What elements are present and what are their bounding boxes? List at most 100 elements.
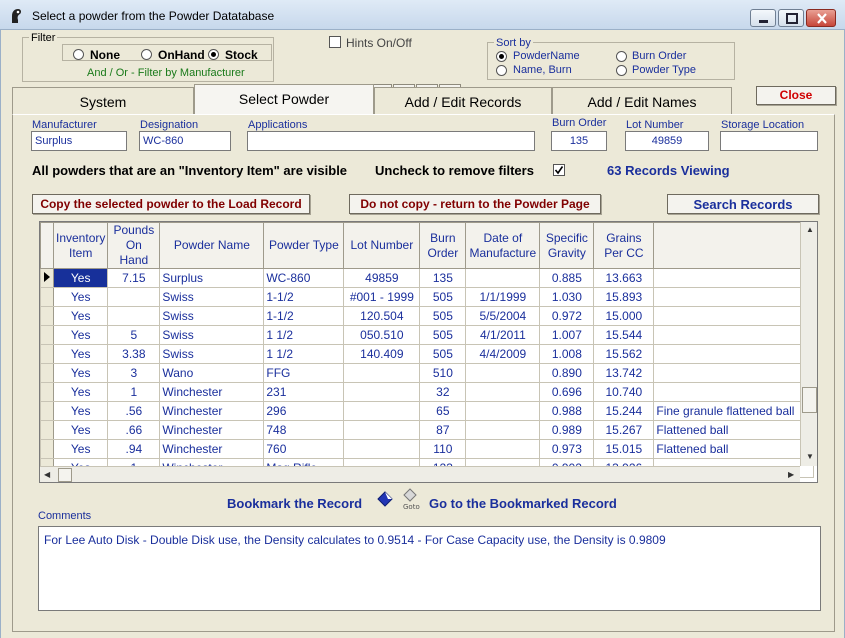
table-cell[interactable]: 505 xyxy=(419,306,467,326)
table-cell[interactable]: Yes xyxy=(52,325,109,345)
table-cell[interactable] xyxy=(465,363,541,383)
table-cell[interactable] xyxy=(465,439,541,459)
table-cell[interactable] xyxy=(653,363,815,383)
table-cell[interactable] xyxy=(653,344,815,364)
table-cell[interactable]: 3 xyxy=(107,363,161,383)
sort-powdername-radio[interactable] xyxy=(496,51,507,62)
table-row[interactable]: Yes 5 Swiss 1 1/2 050.510 505 4/1/2011 1.007 15.… xyxy=(40,325,815,345)
table-cell[interactable]: Swiss xyxy=(159,325,265,345)
table-cell[interactable]: 10.740 xyxy=(593,382,655,402)
table-cell[interactable] xyxy=(465,420,541,440)
table-cell[interactable]: 296 xyxy=(263,401,345,421)
table-cell[interactable] xyxy=(465,401,541,421)
comments-box[interactable]: For Lee Auto Disk - Double Disk use, the… xyxy=(38,526,821,611)
table-cell[interactable]: Yes xyxy=(52,382,109,402)
tab-add-edit-names[interactable]: Add / Edit Names xyxy=(552,87,732,114)
table-cell[interactable]: 4/1/2011 xyxy=(465,325,541,345)
horizontal-scroll-thumb[interactable] xyxy=(58,468,72,482)
table-cell[interactable] xyxy=(465,268,541,288)
table-cell[interactable]: Yes xyxy=(52,439,109,459)
table-cell[interactable]: 1-1/2 xyxy=(263,287,345,307)
table-cell[interactable] xyxy=(653,325,815,345)
hints-checkbox[interactable] xyxy=(329,36,341,48)
table-cell[interactable]: 0.890 xyxy=(539,363,595,383)
table-cell[interactable]: .94 xyxy=(107,439,161,459)
manufacturer-field[interactable]: Surplus xyxy=(31,131,127,151)
table-cell[interactable]: 0.885 xyxy=(539,268,595,288)
row-selector[interactable] xyxy=(40,363,54,383)
table-cell[interactable]: 0.972 xyxy=(539,306,595,326)
row-selector[interactable] xyxy=(40,325,54,345)
burn-order-field[interactable]: 135 xyxy=(551,131,607,151)
table-cell[interactable]: 760 xyxy=(263,439,345,459)
minimize-button[interactable] xyxy=(750,9,776,27)
table-cell[interactable]: .66 xyxy=(107,420,161,440)
column-header[interactable] xyxy=(653,222,815,269)
table-cell[interactable]: 15.544 xyxy=(593,325,655,345)
table-cell[interactable]: 13.742 xyxy=(593,363,655,383)
table-cell[interactable]: 65 xyxy=(419,401,467,421)
table-cell[interactable]: Yes xyxy=(52,420,109,440)
row-selector[interactable] xyxy=(40,306,54,326)
filter-stock-radio[interactable] xyxy=(208,49,219,60)
table-cell[interactable]: 0.989 xyxy=(539,420,595,440)
remove-filters-checkbox[interactable] xyxy=(553,164,565,176)
table-cell[interactable] xyxy=(653,306,815,326)
table-cell[interactable]: .56 xyxy=(107,401,161,421)
table-cell[interactable]: 1.008 xyxy=(539,344,595,364)
table-cell[interactable] xyxy=(653,382,815,402)
table-cell[interactable]: 050.510 xyxy=(343,325,421,345)
column-header[interactable]: Powder Type xyxy=(263,222,345,269)
table-cell[interactable]: Surplus xyxy=(159,268,265,288)
table-cell[interactable]: 0.988 xyxy=(539,401,595,421)
close-button[interactable]: Close xyxy=(756,86,836,105)
table-cell[interactable]: 7.15 xyxy=(107,268,161,288)
scroll-down-icon[interactable]: ▼ xyxy=(806,452,814,461)
storage-location-field[interactable] xyxy=(720,131,818,151)
table-cell[interactable]: 1-1/2 xyxy=(263,306,345,326)
designation-field[interactable]: WC-860 xyxy=(139,131,231,151)
table-cell[interactable]: 505 xyxy=(419,325,467,345)
table-cell[interactable]: 32 xyxy=(419,382,467,402)
table-cell[interactable]: Yes xyxy=(52,363,109,383)
bookmark-icon[interactable] xyxy=(375,489,395,509)
table-cell[interactable]: Swiss xyxy=(159,344,265,364)
table-row[interactable]: Yes Swiss 1-1/2 120.504 505 5/5/2004 0.972 15.0… xyxy=(40,306,815,326)
table-cell[interactable]: 505 xyxy=(419,344,467,364)
table-cell[interactable]: 1 xyxy=(107,382,161,402)
column-header[interactable]: Date of Manufacture xyxy=(465,222,541,269)
tab-system[interactable]: System xyxy=(12,87,194,114)
table-cell[interactable]: 110 xyxy=(419,439,467,459)
table-cell[interactable]: 15.267 xyxy=(593,420,655,440)
vertical-scroll-thumb[interactable] xyxy=(802,387,817,413)
row-selector[interactable] xyxy=(40,287,54,307)
table-cell[interactable]: 15.015 xyxy=(593,439,655,459)
table-cell[interactable]: 1.007 xyxy=(539,325,595,345)
vertical-scrollbar[interactable]: ▲ ▼ xyxy=(800,222,817,466)
table-cell[interactable] xyxy=(343,363,421,383)
bookmark-record-label[interactable]: Bookmark the Record xyxy=(227,496,362,511)
table-cell[interactable]: 505 xyxy=(419,287,467,307)
table-cell[interactable]: FFG xyxy=(263,363,345,383)
table-cell[interactable]: Wano xyxy=(159,363,265,383)
table-cell[interactable]: Yes xyxy=(52,344,109,364)
table-cell[interactable]: 15.562 xyxy=(593,344,655,364)
table-cell[interactable]: Winchester xyxy=(159,382,265,402)
sort-nameburn-radio[interactable] xyxy=(496,65,507,76)
row-selector[interactable] xyxy=(40,344,54,364)
column-header[interactable]: Inventory Item xyxy=(52,222,109,269)
table-cell[interactable] xyxy=(653,287,815,307)
table-cell[interactable]: 1 1/2 xyxy=(263,344,345,364)
table-cell[interactable]: 15.000 xyxy=(593,306,655,326)
row-selector[interactable] xyxy=(40,401,54,421)
table-cell[interactable]: 49859 xyxy=(343,268,421,288)
lot-number-field[interactable]: 49859 xyxy=(625,131,709,151)
table-cell[interactable]: Flattened ball xyxy=(653,439,815,459)
column-header[interactable]: Burn Order xyxy=(419,222,467,269)
goto-bookmark-icon[interactable]: Goto xyxy=(400,487,422,511)
table-cell[interactable]: 135 xyxy=(419,268,467,288)
column-header[interactable]: Powder Name xyxy=(159,222,265,269)
table-row[interactable]: Yes .56 Winchester 296 65 0.988 15.244 Fine gra… xyxy=(40,401,815,421)
table-cell[interactable]: 748 xyxy=(263,420,345,440)
table-cell[interactable]: 5 xyxy=(107,325,161,345)
